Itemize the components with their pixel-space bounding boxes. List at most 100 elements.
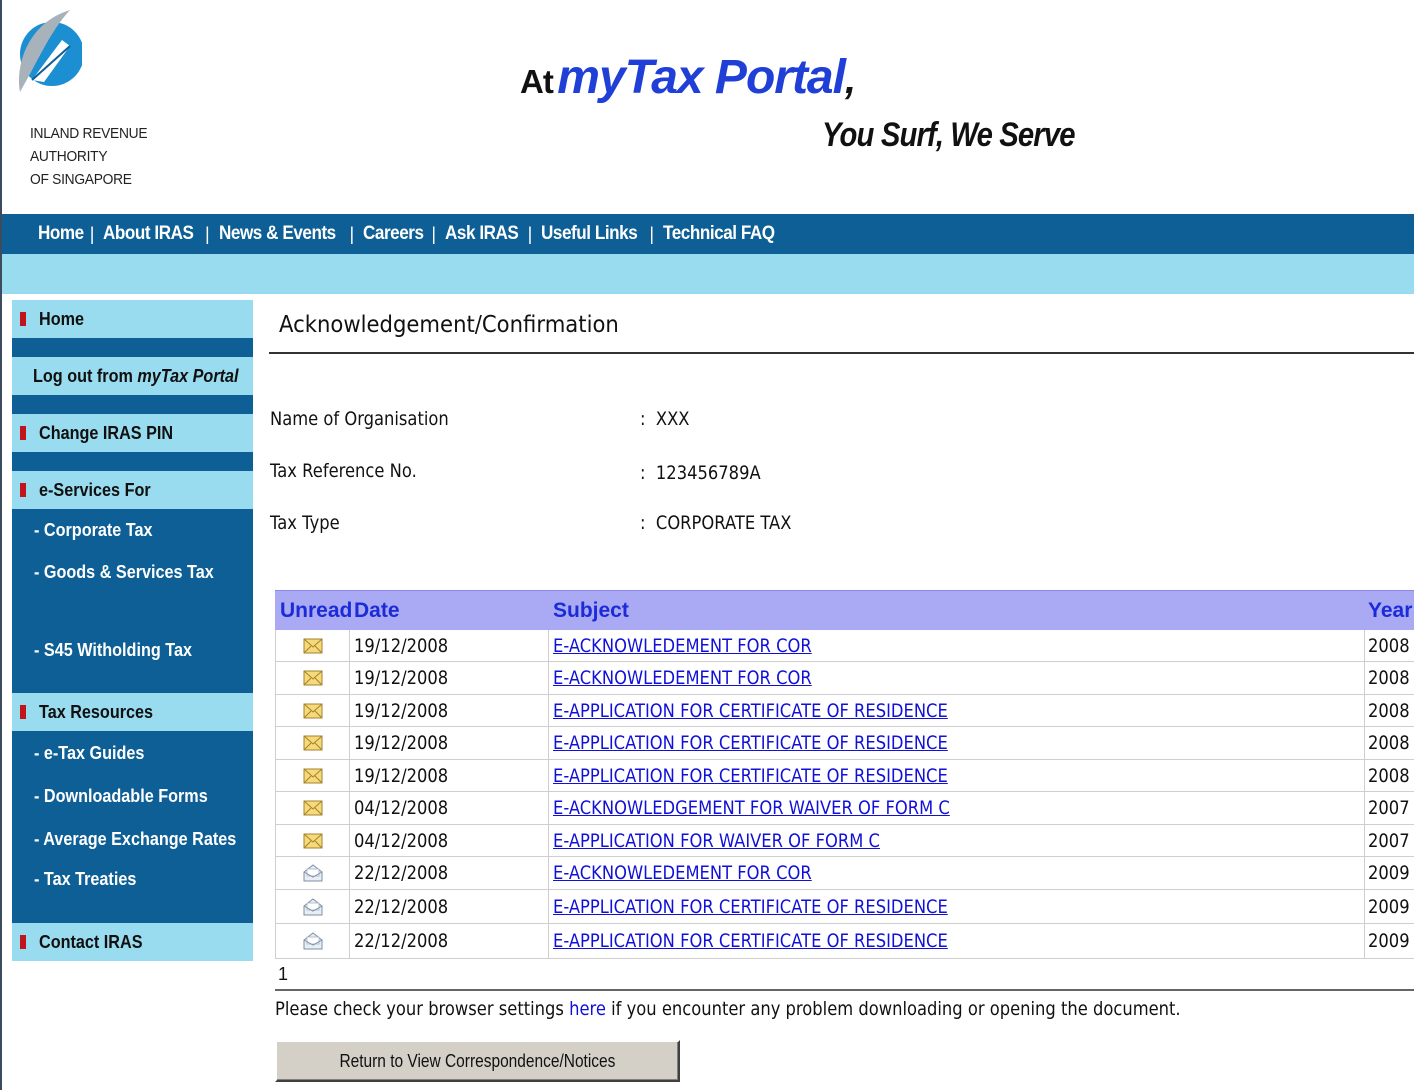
- row-date: 22/12/2008: [354, 895, 449, 918]
- nav-separator: |: [649, 223, 654, 244]
- unread-envelope-icon: [303, 703, 322, 718]
- tax-ref-value: : 123456789A: [640, 462, 761, 484]
- row-subject-link[interactable]: E-APPLICATION FOR CERTIFICATE OF RESIDEN…: [553, 732, 948, 754]
- row-subject-link[interactable]: E-ACKNOWLEDGEMENT FOR WAIVER OF FORM C: [553, 797, 950, 819]
- row-subject-link[interactable]: E-ACKNOWLEDEMENT FOR COR: [553, 667, 812, 689]
- sidebar-item-downloadable-forms[interactable]: - Downloadable Forms: [12, 775, 253, 817]
- table-row: 04/12/2008 E-ACKNOWLEDGEMENT FOR WAIVER O…: [275, 792, 1414, 825]
- org-name-value: : XXX: [640, 408, 690, 430]
- sidebar-item-contact[interactable]: Contact IRAS: [12, 923, 253, 961]
- top-navigation: Home | About IRAS | News & Events | Careers | As…: [2, 214, 1414, 254]
- pagination: 1: [275, 959, 1414, 991]
- row-subject-link[interactable]: E-APPLICATION FOR CERTIFICATE OF RESIDEN…: [553, 896, 948, 918]
- table-row: 19/12/2008 E-ACKNOWLEDEMENT FOR COR 2008: [275, 630, 1414, 662]
- read-envelope-icon: [303, 932, 322, 950]
- unread-envelope-icon: [303, 735, 322, 751]
- bullet-icon: [20, 483, 26, 497]
- browser-settings-note: Please check your browser settings here …: [275, 998, 1181, 1020]
- row-year: 2008: [1368, 699, 1410, 722]
- sidebar-item-change-pin[interactable]: Change IRAS PIN: [12, 414, 253, 452]
- bullet-icon: [20, 935, 26, 949]
- table-row: 19/12/2008 E-ACKNOWLEDEMENT FOR COR 2008: [275, 662, 1414, 695]
- row-date: 19/12/2008: [354, 764, 449, 787]
- nav-about-iras[interactable]: About IRAS: [103, 223, 194, 245]
- tagline-at: At: [520, 63, 554, 100]
- return-to-correspondence-button[interactable]: Return to View Correspondence/Notices: [275, 1040, 680, 1082]
- row-date: 19/12/2008: [354, 699, 449, 722]
- sidebar-item-gst[interactable]: - Goods & Services Tax: [12, 551, 253, 593]
- sidebar-item-exchange-rates[interactable]: - Average Exchange Rates: [12, 817, 253, 861]
- row-year: 2008: [1368, 634, 1410, 657]
- col-header-year[interactable]: Year: [1365, 599, 1414, 623]
- nav-news-events[interactable]: News & Events: [219, 223, 336, 245]
- row-subject-link[interactable]: E-APPLICATION FOR WAIVER OF FORM C: [553, 830, 880, 852]
- unread-envelope-icon: [303, 670, 322, 686]
- tax-type-value: : CORPORATE TAX: [640, 512, 792, 534]
- row-date: 22/12/2008: [354, 862, 449, 884]
- read-envelope-icon: [303, 864, 322, 882]
- row-date: 22/12/2008: [354, 930, 449, 952]
- row-year: 2007: [1368, 829, 1410, 852]
- row-year: 2008: [1368, 764, 1410, 787]
- page-header: INLAND REVENUE AUTHORITY OF SINGAPORE At…: [2, 0, 1414, 214]
- table-body: 19/12/2008 E-ACKNOWLEDEMENT FOR COR 2008 19…: [275, 630, 1414, 959]
- table-header: Unread Date Subject Year: [275, 590, 1414, 630]
- table-row: 19/12/2008 E-APPLICATION FOR CERTIFICATE …: [275, 695, 1414, 727]
- row-year: 2007: [1368, 797, 1410, 819]
- row-subject-link[interactable]: E-ACKNOWLEDEMENT FOR COR: [553, 862, 812, 884]
- correspondence-table: Unread Date Subject Year 19/12/2008 E-ACK…: [275, 590, 1414, 991]
- table-row: 19/12/2008 E-APPLICATION FOR CERTIFICATE …: [275, 760, 1414, 792]
- row-date: 19/12/2008: [354, 634, 449, 657]
- row-date: 19/12/2008: [354, 732, 449, 754]
- row-date: 04/12/2008: [354, 829, 449, 852]
- agency-name: INLAND REVENUE AUTHORITY OF SINGAPORE: [30, 125, 148, 188]
- tax-ref-label: Tax Reference No.: [270, 460, 417, 482]
- sidebar-section-tax-resources: Tax Resources: [12, 693, 253, 731]
- nav-separator: |: [205, 223, 210, 244]
- portal-slogan: You Surf, We Serve: [822, 116, 1075, 154]
- sidebar: Home Log out from myTax Portal Change IR…: [12, 300, 253, 961]
- table-row: 22/12/2008 E-APPLICATION FOR CERTIFICATE …: [275, 924, 1414, 959]
- col-header-unread[interactable]: Unread: [275, 599, 352, 623]
- table-row: 04/12/2008 E-APPLICATION FOR WAIVER OF FO…: [275, 825, 1414, 857]
- row-year: 2008: [1368, 732, 1410, 754]
- nav-technical-faq[interactable]: Technical FAQ: [663, 223, 775, 245]
- read-envelope-icon: [303, 897, 322, 915]
- sidebar-item-tax-treaties[interactable]: - Tax Treaties: [12, 861, 253, 923]
- browser-settings-link[interactable]: here: [569, 998, 606, 1020]
- unread-envelope-icon: [303, 833, 322, 848]
- title-divider: [269, 352, 1414, 354]
- row-subject-link[interactable]: E-APPLICATION FOR CERTIFICATE OF RESIDEN…: [553, 700, 948, 722]
- table-row: 22/12/2008 E-ACKNOWLEDEMENT FOR COR 2009: [275, 857, 1414, 890]
- nav-ask-iras[interactable]: Ask IRAS: [445, 223, 519, 245]
- sidebar-item-corporate-tax[interactable]: - Corporate Tax: [12, 509, 253, 551]
- row-subject-link[interactable]: E-APPLICATION FOR CERTIFICATE OF RESIDEN…: [553, 930, 948, 952]
- col-header-date[interactable]: Date: [350, 599, 549, 623]
- nav-useful-links[interactable]: Useful Links: [541, 223, 638, 245]
- sidebar-item-s45-tax[interactable]: - S45 Witholding Tax: [12, 593, 253, 693]
- nav-separator: |: [431, 223, 437, 244]
- nav-careers[interactable]: Careers: [363, 223, 424, 245]
- sidebar-item-etax-guides[interactable]: - e-Tax Guides: [12, 731, 253, 775]
- nav-separator: |: [89, 223, 95, 244]
- tagline-brand: myTax Portal: [557, 51, 846, 104]
- unread-envelope-icon: [303, 638, 322, 653]
- row-year: 2009: [1368, 895, 1410, 918]
- iras-logo-icon: [19, 10, 82, 92]
- unread-envelope-icon: [303, 768, 322, 783]
- sidebar-item-logout[interactable]: Log out from myTax Portal: [12, 357, 253, 395]
- row-subject-link[interactable]: E-ACKNOWLEDEMENT FOR COR: [553, 635, 812, 657]
- bullet-icon: [20, 426, 26, 440]
- nav-home[interactable]: Home: [38, 223, 84, 245]
- sidebar-item-home[interactable]: Home: [12, 300, 253, 338]
- nav-separator: |: [527, 223, 533, 244]
- bullet-icon: [20, 705, 26, 719]
- row-year: 2008: [1368, 667, 1410, 689]
- sub-navigation-bar: [2, 254, 1414, 294]
- row-year: 2009: [1368, 862, 1410, 884]
- nav-separator: |: [349, 223, 355, 244]
- page-number[interactable]: 1: [278, 964, 288, 985]
- page-title: Acknowledgement/Confirmation: [279, 312, 619, 338]
- col-header-subject[interactable]: Subject: [549, 599, 1365, 623]
- row-subject-link[interactable]: E-APPLICATION FOR CERTIFICATE OF RESIDEN…: [553, 765, 948, 787]
